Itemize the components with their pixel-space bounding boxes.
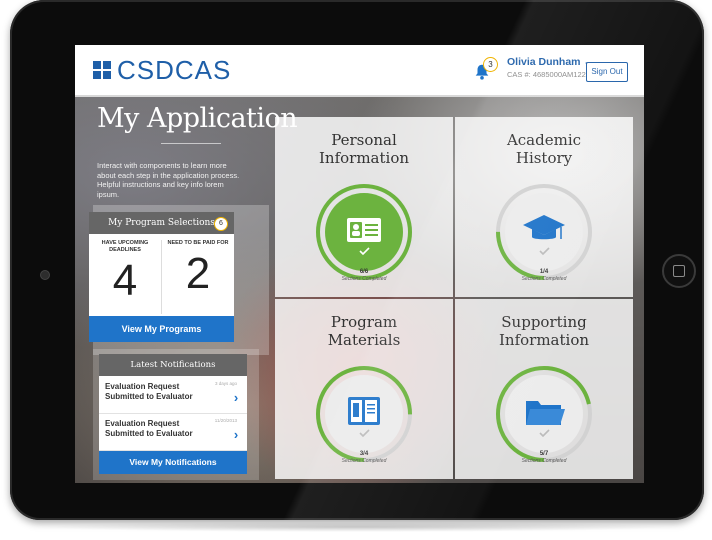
camera-icon	[40, 270, 50, 280]
sections-completed-label: Sections Completed	[521, 458, 567, 464]
view-my-notifications-button[interactable]: View My Notifications	[99, 451, 247, 474]
progress-ring	[496, 184, 592, 280]
tile-program-materials[interactable]: Program Materials 3/4 Sections Completed	[275, 299, 453, 479]
progress-ring	[316, 184, 412, 280]
view-my-programs-button[interactable]: View My Programs	[89, 316, 234, 342]
tile-title: Supporting Information	[498, 313, 590, 349]
user-cas-number: CAS #: 4685000AM122	[507, 70, 586, 79]
notification-title: Evaluation Request Submitted to Evaluato…	[105, 419, 193, 438]
sections-completed-label: Sections Completed	[341, 458, 387, 464]
sections-count: 1/4	[539, 269, 549, 275]
tile-supporting-information[interactable]: Supporting Information 5/7 Sections Compl…	[455, 299, 633, 479]
notification-time: 3 days ago	[214, 381, 237, 386]
user-name: Olivia Dunham	[507, 56, 581, 68]
stat-value: 4	[112, 256, 138, 305]
app-screen: CSDCAS 3 Olivia Dunham ⌄ CAS #: 4685000A…	[75, 45, 644, 483]
notification-item[interactable]: Evaluation Request Submitted to Evaluato…	[99, 414, 247, 451]
tile-title: Program Materials	[327, 313, 401, 349]
logo[interactable]: CSDCAS	[93, 57, 231, 83]
progress-ring	[496, 366, 592, 462]
program-selections-card: My Program Selections 6 HAVE UPCOMING DE…	[89, 212, 234, 342]
notification-time: 11/20/2013	[214, 418, 237, 423]
sections-completed-label: Sections Completed	[521, 276, 567, 282]
sections-count: 5/7	[539, 451, 549, 457]
latest-notifications-header: Latest Notifications	[99, 354, 247, 376]
chevron-right-icon[interactable]: ›	[229, 428, 243, 442]
notification-item[interactable]: Evaluation Request Submitted to Evaluato…	[99, 377, 247, 414]
sections-completed-label: Sections Completed	[341, 276, 387, 282]
stat-label: HAVE UPCOMING DEADLINES	[101, 240, 149, 253]
program-selections-header: My Program Selections 6	[89, 212, 234, 234]
user-menu[interactable]: Olivia Dunham ⌄ CAS #: 4685000AM122	[507, 56, 592, 79]
program-selections-title: My Program Selections	[108, 218, 215, 228]
id-card-icon	[347, 218, 381, 242]
tile-personal-information[interactable]: Personal Information 6/6 Sections Comple…	[275, 117, 453, 297]
tablet-frame: CSDCAS 3 Olivia Dunham ⌄ CAS #: 4685000A…	[10, 0, 704, 520]
progress-ring	[316, 366, 412, 462]
page-title: My Application	[97, 103, 298, 134]
home-button[interactable]	[662, 254, 696, 288]
tile-academic-history[interactable]: Academic History 1/4 Sections Completed	[455, 117, 633, 297]
title-divider	[161, 143, 221, 144]
intro-text: Interact with components to learn more a…	[97, 161, 240, 199]
need-payment-stat[interactable]: NEED TO BE PAID FOR 2	[162, 240, 234, 301]
sign-out-button[interactable]: Sign Out	[586, 62, 628, 82]
device-shadow	[40, 522, 672, 532]
latest-notifications-card: Latest Notifications Evaluation Request …	[99, 354, 247, 474]
stat-label: NEED TO BE PAID FOR	[167, 240, 229, 246]
section-tiles: Personal Information 6/6 Sections Comple…	[275, 117, 633, 483]
logo-text: CSDCAS	[117, 55, 232, 85]
logo-grid-icon	[93, 61, 111, 79]
notification-count-badge: 3	[483, 57, 498, 72]
program-count-badge: 6	[214, 217, 228, 231]
notification-title: Evaluation Request Submitted to Evaluato…	[105, 382, 193, 401]
tile-title: Academic History	[506, 131, 582, 167]
sections-count: 3/4	[359, 451, 369, 457]
sections-count: 6/6	[359, 269, 369, 275]
upcoming-deadlines-stat[interactable]: HAVE UPCOMING DEADLINES 4	[89, 240, 161, 308]
book-icon	[348, 397, 380, 425]
chevron-right-icon[interactable]: ›	[229, 391, 243, 405]
top-bar: CSDCAS 3 Olivia Dunham ⌄ CAS #: 4685000A…	[75, 45, 644, 97]
tile-title: Personal Information	[318, 131, 410, 167]
stat-value: 2	[185, 249, 211, 298]
